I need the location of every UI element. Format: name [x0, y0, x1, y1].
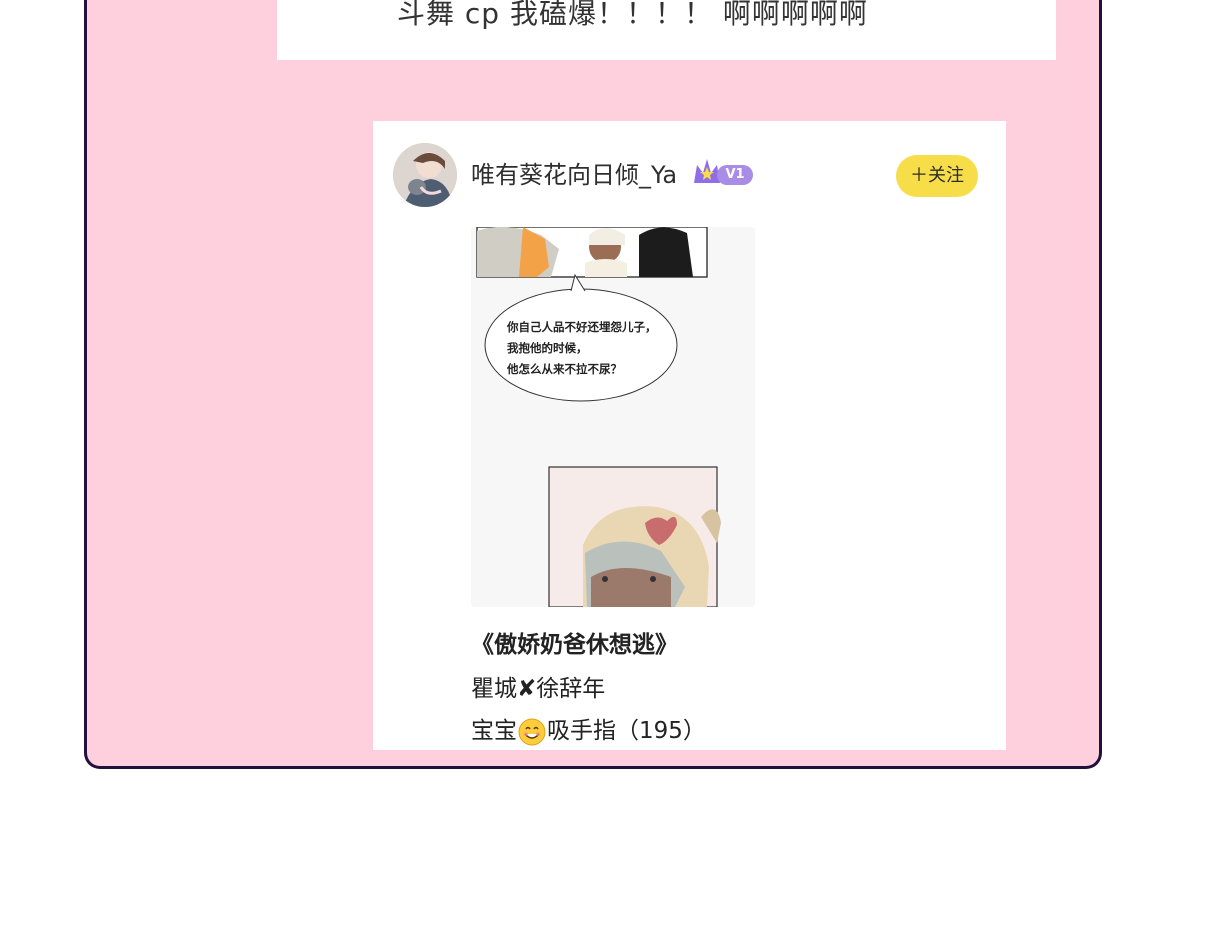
- dialogue-line: 他怎么从来不拉不尿？: [507, 362, 622, 376]
- caption-text: 宝宝: [471, 718, 517, 744]
- dialogue-line: 你自己人品不好还埋怨儿子，: [507, 320, 657, 334]
- comic-image[interactable]: 你自己人品不好还埋怨儿子， 我抱他的时候， 他怎么从来不拉不尿？: [471, 227, 755, 607]
- comic-panel-frame: 斗舞 cp 我磕爆！！！！ 啊啊啊啊啊 唯有葵花向日倾_Ya V1 ＋关注 你自…: [84, 0, 1102, 769]
- comic-illustration: [471, 227, 755, 607]
- character-name: 徐辞年: [536, 676, 606, 702]
- post-title: 《傲娇奶爸休想逃》: [471, 632, 678, 658]
- ship-line: 瞿城✘徐辞年: [471, 669, 605, 703]
- post-card: 唯有葵花向日倾_Ya V1 ＋关注 你自己人品不好还埋怨儿子， 我抱他的时候， …: [373, 121, 1006, 750]
- follow-button[interactable]: ＋关注: [896, 155, 978, 197]
- smile-emoji-icon: [518, 718, 546, 745]
- dialogue-line: 我抱他的时候，: [507, 341, 588, 355]
- comment-card: 斗舞 cp 我磕爆！！！！ 啊啊啊啊啊: [277, 0, 1056, 60]
- caption-text: 吸手指（195）: [547, 718, 706, 744]
- cross-icon: ✘: [517, 676, 537, 702]
- comment-text: 斗舞 cp 我磕爆！！！！ 啊啊啊啊啊: [397, 0, 868, 30]
- avatar[interactable]: [393, 143, 457, 207]
- caption-line: 宝宝 吸手指（195）: [471, 711, 706, 747]
- comic-dialogue: 你自己人品不好还埋怨儿子， 我抱他的时候， 他怎么从来不拉不尿？: [507, 317, 657, 380]
- username[interactable]: 唯有葵花向日倾_Ya: [471, 155, 677, 190]
- character-name: 瞿城: [471, 676, 517, 702]
- vip-badge: V1: [717, 165, 753, 185]
